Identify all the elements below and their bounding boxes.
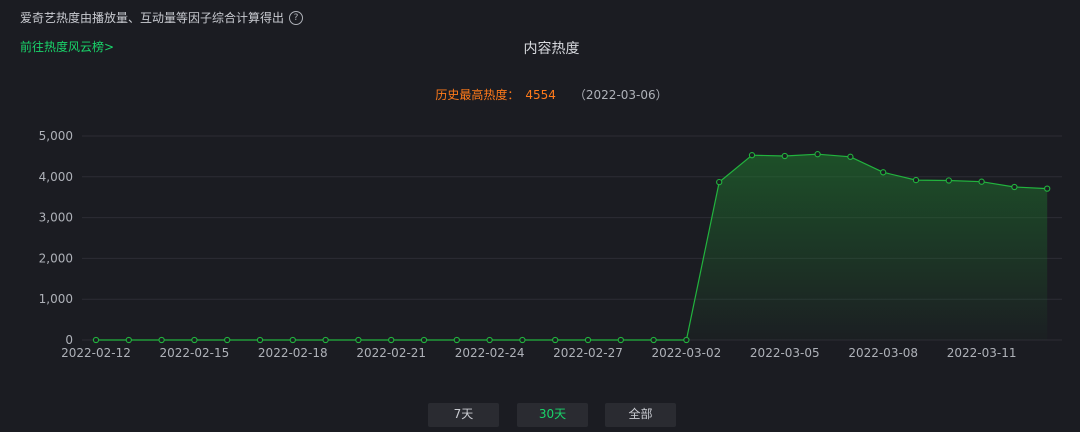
data-point[interactable] (1011, 183, 1018, 191)
x-tick-label: 2022-02-18 (258, 346, 328, 360)
data-point[interactable] (1044, 185, 1051, 192)
x-tick-label: 2022-02-12 (61, 346, 131, 360)
data-point[interactable] (322, 336, 329, 344)
data-point[interactable] (355, 336, 362, 344)
data-point[interactable] (224, 336, 231, 344)
tab-all[interactable]: 全部 (605, 403, 676, 427)
x-tick-label: 2022-03-11 (947, 346, 1017, 360)
data-point[interactable] (781, 152, 788, 160)
data-point[interactable] (880, 169, 887, 176)
x-axis: 2022-02-12 2022-02-15 2022-02-18 2022-02-21… (61, 346, 1016, 360)
data-point[interactable] (256, 336, 264, 344)
tab-30-days[interactable]: 30天 (517, 403, 588, 427)
x-tick-label: 2022-02-15 (160, 346, 230, 360)
x-tick-label: 2022-02-27 (553, 346, 623, 360)
tab-7-days[interactable]: 7天 (428, 403, 499, 427)
x-tick-label: 2022-03-05 (750, 346, 820, 360)
data-point[interactable] (814, 151, 821, 158)
data-point[interactable] (748, 152, 756, 159)
y-tick-label: 2,000 (39, 251, 73, 265)
y-tick-label: 5,000 (39, 129, 73, 143)
data-point[interactable] (716, 178, 723, 186)
data-point[interactable] (847, 153, 854, 160)
heat-area-fill (686, 154, 1048, 340)
data-point[interactable] (486, 336, 493, 344)
y-axis: 0 1,000 2,000 3,000 4,000 5,000 (39, 129, 73, 347)
x-tick-label: 2022-02-24 (455, 346, 525, 360)
y-tick-label: 4,000 (39, 170, 73, 184)
data-point[interactable] (289, 336, 296, 344)
data-point[interactable] (945, 177, 952, 184)
data-point[interactable] (420, 336, 428, 344)
data-point[interactable] (92, 336, 100, 344)
data-point[interactable] (191, 336, 198, 344)
data-point[interactable] (912, 176, 920, 184)
y-tick-label: 0 (65, 333, 73, 347)
x-tick-label: 2022-03-02 (652, 346, 722, 360)
time-range-tabs: 7天 30天 全部 (0, 403, 1080, 427)
data-point[interactable] (453, 336, 460, 344)
y-tick-label: 3,000 (39, 211, 73, 225)
data-point[interactable] (552, 336, 559, 344)
data-point[interactable] (617, 336, 624, 344)
x-tick-label: 2022-03-08 (848, 346, 918, 360)
x-tick-label: 2022-02-21 (356, 346, 426, 360)
data-point[interactable] (978, 178, 985, 185)
data-point[interactable] (584, 336, 592, 344)
data-point[interactable] (388, 336, 395, 344)
data-point[interactable] (683, 336, 690, 344)
data-point[interactable] (650, 336, 657, 344)
data-point[interactable] (125, 336, 132, 344)
data-point[interactable] (519, 336, 526, 344)
data-point[interactable] (158, 336, 165, 344)
heat-line-chart: 01,0002,0003,0004,0005,000 2022-02-12 202… (39, 129, 1062, 360)
y-tick-label: 1,000 (39, 292, 73, 306)
